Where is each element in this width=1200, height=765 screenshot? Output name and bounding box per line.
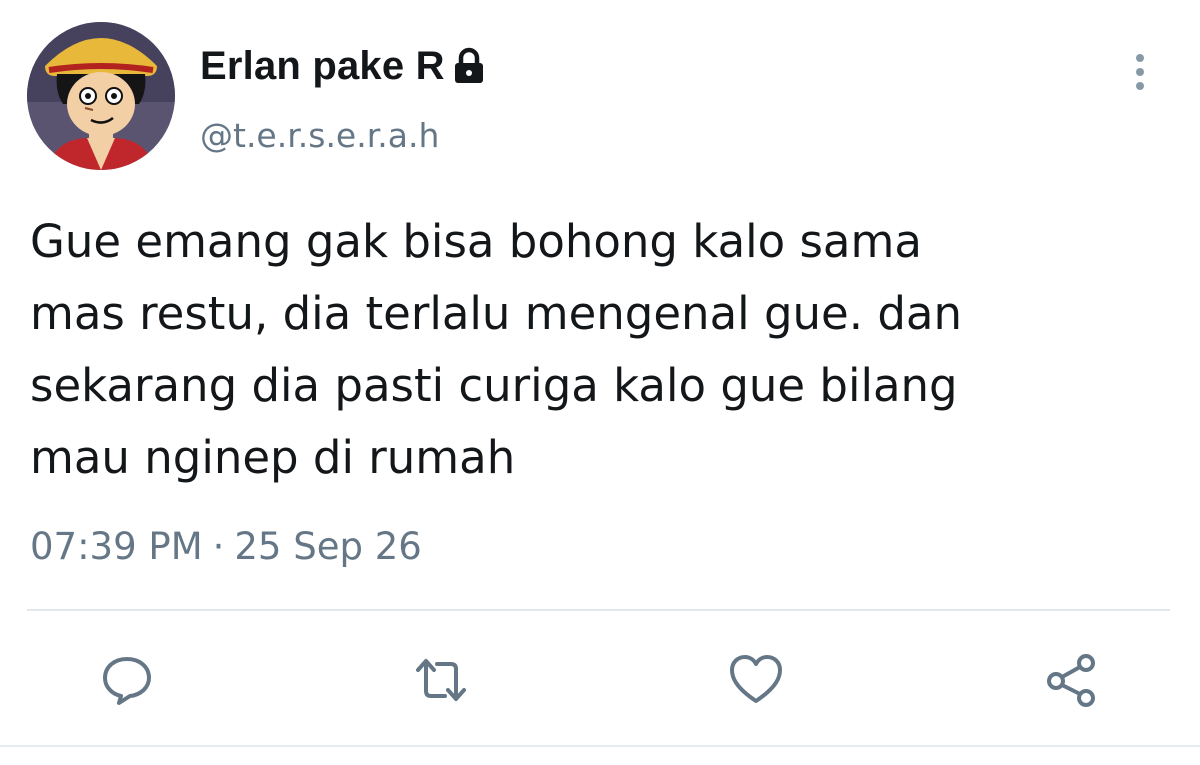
reply-icon xyxy=(103,657,151,705)
meta-separator: · xyxy=(212,525,225,568)
display-name[interactable]: Erlan pake R xyxy=(200,44,445,89)
divider xyxy=(27,609,1170,611)
more-vertical-icon[interactable] xyxy=(1120,50,1160,94)
share-button[interactable] xyxy=(1036,645,1106,715)
tweet-date[interactable]: 25 Sep 26 xyxy=(234,525,421,568)
share-icon xyxy=(1047,654,1095,707)
tweet-timestamp: 07:39 PM · 25 Sep 26 xyxy=(30,525,422,568)
more-dot xyxy=(1136,82,1144,90)
retweet-button[interactable] xyxy=(406,645,476,715)
tweet-text: Gue emang gak bisa bohong kalo sama mas … xyxy=(30,215,962,484)
display-name-row: Erlan pake R xyxy=(200,40,486,92)
retweet-icon xyxy=(416,659,466,701)
divider-bottom xyxy=(0,745,1200,747)
more-dot xyxy=(1136,54,1144,62)
lock-icon xyxy=(452,47,486,85)
like-button[interactable] xyxy=(721,645,791,715)
heart-icon xyxy=(730,655,782,703)
more-dot xyxy=(1136,68,1144,76)
user-handle[interactable]: @t.e.r.s.e.r.a.h xyxy=(200,116,439,155)
tweet-time[interactable]: 07:39 PM xyxy=(30,525,203,568)
tweet-card: Erlan pake R @t.e.r.s.e.r.a.h Gue emang … xyxy=(0,0,1200,765)
reply-button[interactable] xyxy=(92,645,162,715)
avatar[interactable] xyxy=(27,22,175,170)
action-bar xyxy=(0,645,1200,715)
